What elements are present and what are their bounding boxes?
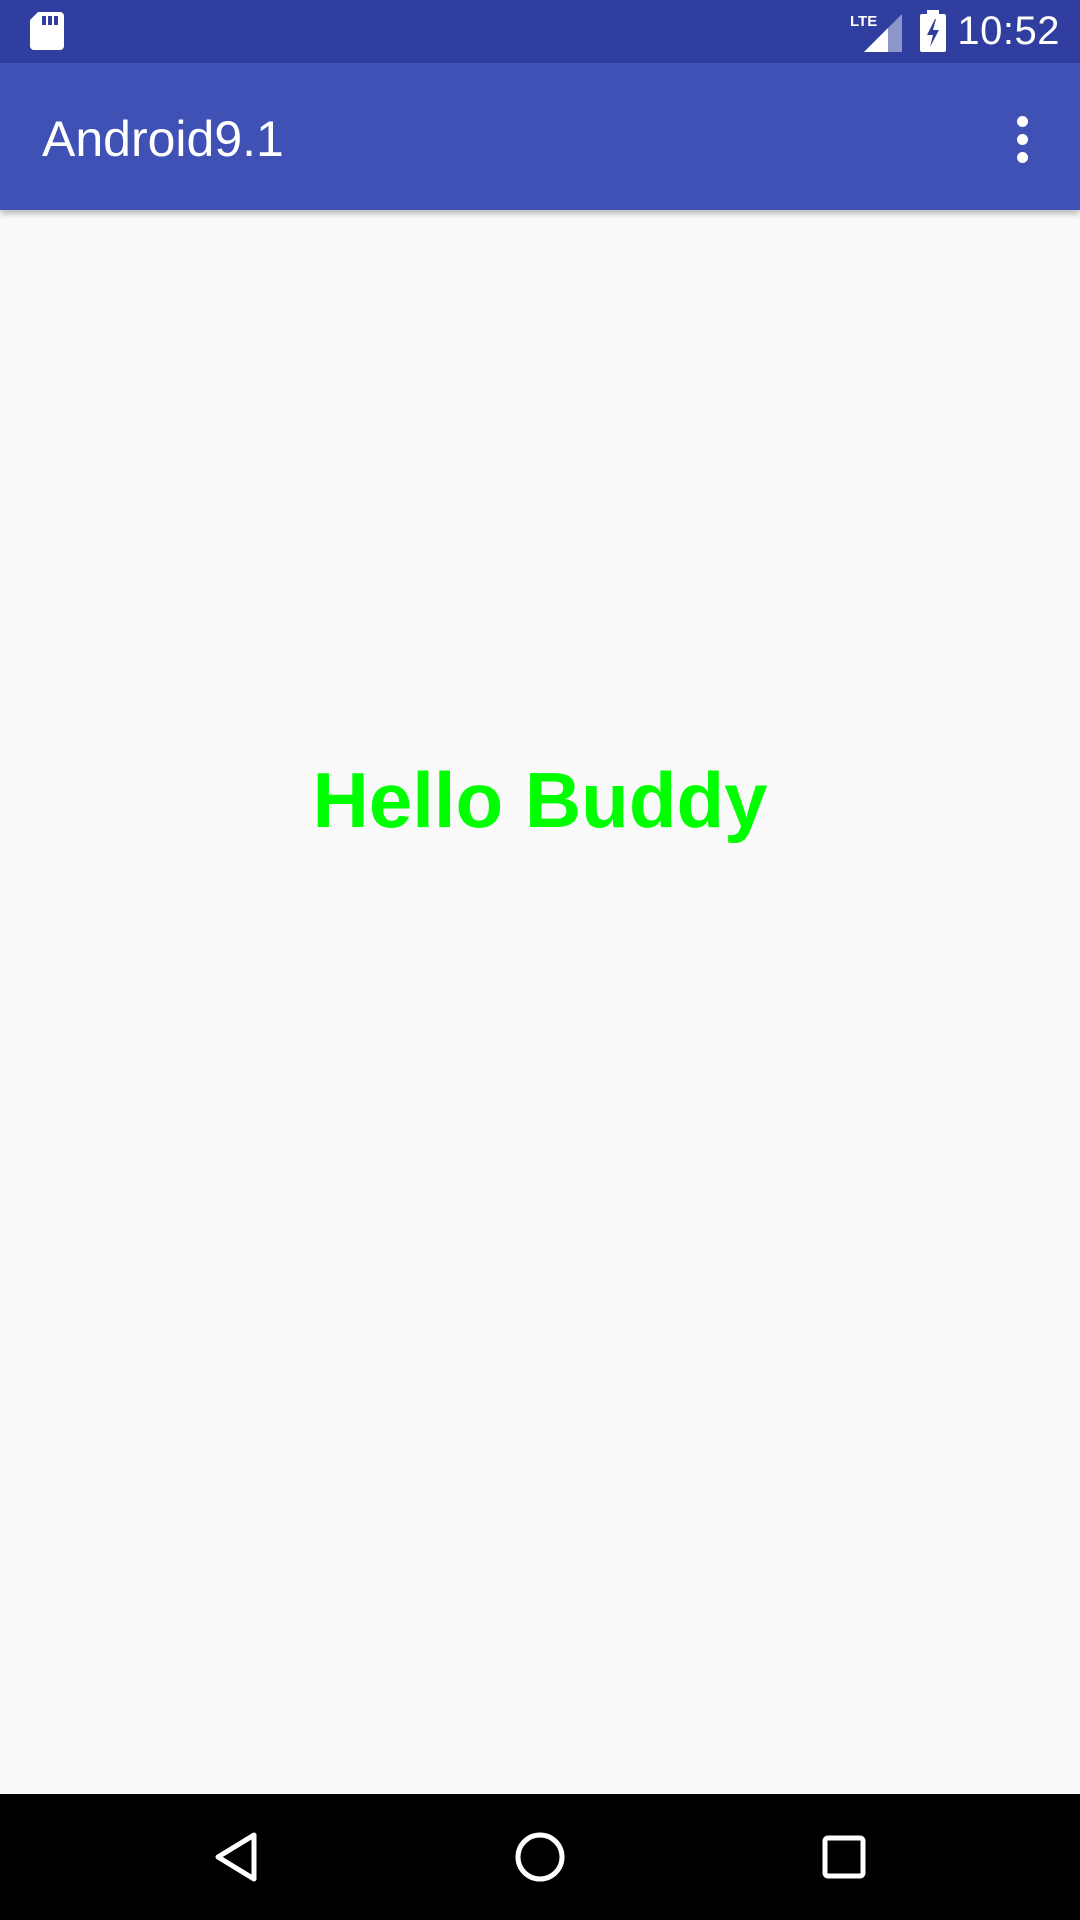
network-type-label: LTE — [850, 13, 877, 30]
battery-charging-icon — [920, 10, 946, 52]
status-bar-clock: 10:52 — [957, 9, 1060, 53]
sd-card-icon — [30, 12, 64, 50]
main-content — [0, 210, 1080, 1794]
more-vert-icon — [1016, 115, 1028, 127]
more-vert-icon-dot — [1016, 151, 1028, 163]
hello-message: Hello Buddy — [312, 756, 768, 844]
more-vert-icon-dot — [1016, 133, 1028, 145]
screen: LTE 10:52 Android9.1 Hello Buddy — [0, 0, 1080, 1920]
recents-icon[interactable] — [804, 1817, 884, 1897]
home-icon[interactable] — [500, 1817, 580, 1897]
back-icon[interactable] — [196, 1817, 276, 1897]
app-bar: Android9.1 — [0, 63, 1080, 210]
status-bar: LTE 10:52 — [0, 0, 1080, 63]
overflow-menu-button[interactable] — [994, 103, 1050, 175]
lte-signal-icon: LTE — [850, 13, 902, 52]
navigation-bar — [0, 1794, 1080, 1920]
app-title: Android9.1 — [42, 111, 284, 167]
